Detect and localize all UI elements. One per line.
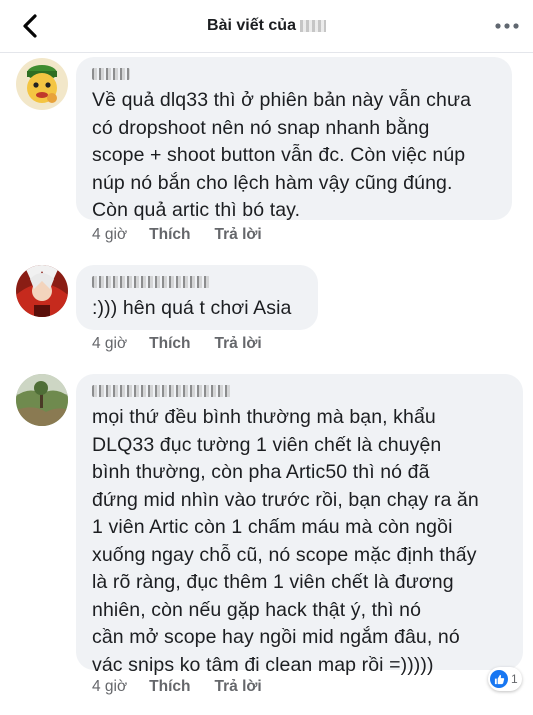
comment-actions: 4 giờ Thích Trả lời <box>92 676 286 698</box>
comment-text: mọi thứ đều bình thường mà bạn, khẩu DLQ… <box>92 406 479 676</box>
reply-button[interactable]: Trả lời <box>215 226 262 244</box>
page-title: Bài viết của <box>0 0 533 52</box>
comment-time[interactable]: 4 giờ <box>92 226 127 244</box>
avatar-anime-icon <box>16 265 68 317</box>
avatar[interactable] <box>16 265 68 317</box>
comment-author[interactable] <box>92 382 509 400</box>
redacted-author-name <box>92 385 232 397</box>
more-dots-icon <box>495 23 519 29</box>
avatar[interactable] <box>16 58 68 110</box>
page-title-text: Bài viết của <box>207 17 296 34</box>
more-options-button[interactable] <box>493 12 521 40</box>
chevron-left-icon <box>23 14 37 38</box>
comment-author[interactable] <box>92 273 304 291</box>
reply-button[interactable]: Trả lời <box>215 678 262 696</box>
top-bar: Bài viết của <box>0 0 533 53</box>
avatar-landscape-icon <box>16 374 68 426</box>
avatar[interactable] <box>16 374 68 426</box>
redacted-author-name <box>299 19 326 32</box>
comment-bubble[interactable]: Về quả dlq33 thì ở phiên bản này vẫn chư… <box>76 57 512 221</box>
like-button[interactable]: Thích <box>149 226 190 244</box>
reply-button[interactable]: Trả lời <box>215 335 262 353</box>
comment-author[interactable] <box>92 65 498 83</box>
redacted-author-name <box>92 276 210 288</box>
comment-actions: 4 giờ Thích Trả lời <box>92 333 286 355</box>
comment-actions: 4 giờ Thích Trả lời <box>92 224 286 246</box>
comment-time[interactable]: 4 giờ <box>92 335 127 353</box>
back-button[interactable] <box>14 10 46 42</box>
like-button[interactable]: Thích <box>149 678 190 696</box>
like-reaction-icon <box>490 670 508 688</box>
like-button[interactable]: Thích <box>149 335 190 353</box>
reaction-summary[interactable]: 1 <box>488 667 522 691</box>
redacted-author-name <box>92 68 130 80</box>
reaction-count: 1 <box>511 672 518 686</box>
comment-text: Về quả dlq33 thì ở phiên bản này vẫn chư… <box>92 89 472 221</box>
avatar-emoji-icon <box>16 58 68 110</box>
comment-text: :))) hên quá t chơi Asia <box>92 297 292 319</box>
comment-time[interactable]: 4 giờ <box>92 678 127 696</box>
comment-bubble[interactable]: mọi thứ đều bình thường mà bạn, khẩu DLQ… <box>76 374 523 676</box>
comment-bubble[interactable]: :))) hên quá t chơi Asia <box>76 265 318 330</box>
